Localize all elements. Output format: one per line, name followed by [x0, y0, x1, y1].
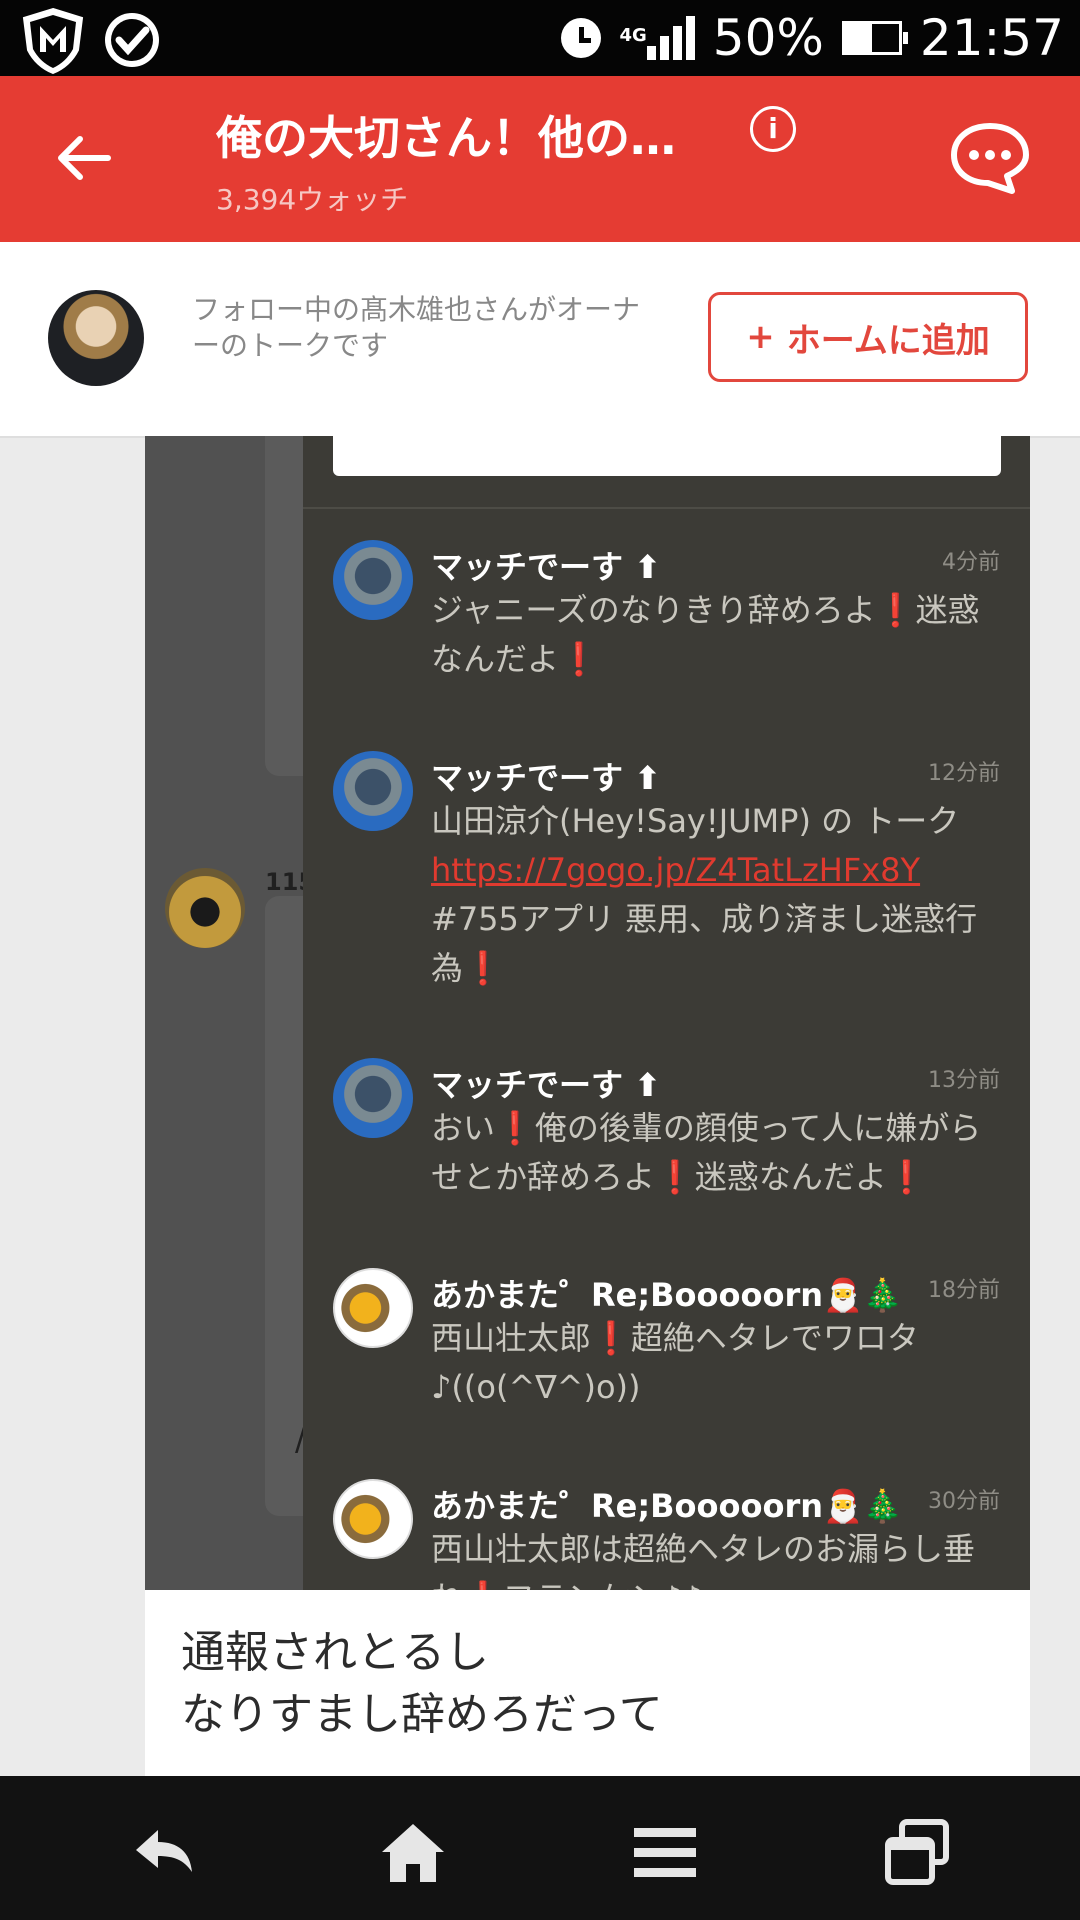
add-to-home-button[interactable]: + ホームに追加: [708, 292, 1028, 382]
avatar[interactable]: [333, 1268, 413, 1348]
comment-author[interactable]: あかまた゜Re;Booooorn🎅🎄: [431, 1481, 903, 1527]
owner-bar: フォロー中の髙木雄也さんがオーナーのトークです + ホームに追加: [0, 242, 1080, 438]
avatar[interactable]: [333, 540, 413, 620]
check-circle-icon: [105, 13, 159, 67]
comment-time: 4分前: [942, 550, 1000, 575]
avatar: [165, 868, 245, 948]
comment-body: 西山壮太郎❗超絶ヘタレでワロタ♪((o(^∇^)o)): [431, 1319, 919, 1406]
undo-arrow-icon[interactable]: [128, 1818, 198, 1888]
watch-count: 3,394ウォッチ: [216, 183, 409, 216]
comment-time: 30分前: [928, 1489, 1000, 1514]
battery-percent: 50%: [712, 9, 824, 67]
comment-author[interactable]: マッチでーす ⬆: [431, 1060, 661, 1106]
recent-apps-icon[interactable]: [882, 1818, 952, 1888]
talk-title[interactable]: 俺の大切さん！他の…: [216, 102, 676, 168]
avatar[interactable]: [333, 1058, 413, 1138]
comment-time: 12分前: [928, 761, 1000, 786]
comment-author[interactable]: マッチでーす ⬆: [431, 753, 661, 799]
plus-icon: +: [746, 317, 775, 357]
alarm-icon: [561, 18, 602, 58]
system-status: 4G 50% 21:57: [561, 0, 1064, 76]
battery-icon: [841, 21, 908, 55]
add-to-home-label: ホームに追加: [786, 320, 990, 361]
comment-panel: マッチでーす ⬆ 4分前 ジャニーズのなりきり辞めろよ❗迷惑なんだよ❗ マッチで…: [303, 436, 1030, 1590]
app-header: 俺の大切さん！他の… i 3,394ウォッチ: [0, 76, 1080, 242]
chat-bubble-icon[interactable]: [950, 121, 1030, 195]
comment-body: 山田涼介(Hey!Say!JUMP) の トーク https://7gogo.j…: [431, 802, 978, 987]
info-icon[interactable]: i: [750, 106, 796, 152]
menu-icon[interactable]: [630, 1818, 700, 1888]
system-nav-bar: [0, 1776, 1080, 1920]
comment-link[interactable]: https://7gogo.jp/Z4TatLzHFx8Y: [431, 851, 920, 889]
signal-icon: 4G: [619, 16, 695, 60]
status-bar: 4G 50% 21:57: [0, 0, 1080, 76]
comment-input[interactable]: [333, 436, 1001, 476]
comment-author[interactable]: マッチでーす ⬆: [431, 542, 661, 588]
comment-time: 13分前: [928, 1068, 1000, 1093]
message-text: 通報されとるし なりすまし辞めろだって: [181, 1627, 663, 1740]
comment-body: おい❗俺の後輩の顔使って人に嫌がらせとか辞めろよ❗迷惑なんだよ❗: [431, 1109, 982, 1196]
comment-time: 18分前: [928, 1278, 1000, 1303]
home-icon[interactable]: [378, 1818, 448, 1888]
arrow-left-icon[interactable]: [52, 126, 116, 190]
clock-time: 21:57: [919, 9, 1064, 67]
network-type: 4G: [619, 25, 647, 46]
message-card: 通報されとるし なりすまし辞めろだって: [145, 1590, 1030, 1776]
comment-author[interactable]: あかまた゜Re;Booooorn🎅🎄: [431, 1270, 903, 1316]
comment-body: ジャニーズのなりきり辞めろよ❗迷惑なんだよ❗: [431, 591, 980, 678]
avatar[interactable]: [333, 1479, 413, 1559]
comment-body: 西山壮太郎は超絶ヘタレのお漏らし垂れ❗フランケン♪♪: [431, 1530, 976, 1590]
shield-app-icon: [22, 7, 84, 75]
owner-avatar[interactable]: [48, 290, 144, 386]
divider: [303, 507, 1030, 509]
avatar[interactable]: [333, 751, 413, 831]
owner-description: フォロー中の髙木雄也さんがオーナーのトークです: [192, 293, 641, 362]
notification-icons: [18, 6, 162, 76]
